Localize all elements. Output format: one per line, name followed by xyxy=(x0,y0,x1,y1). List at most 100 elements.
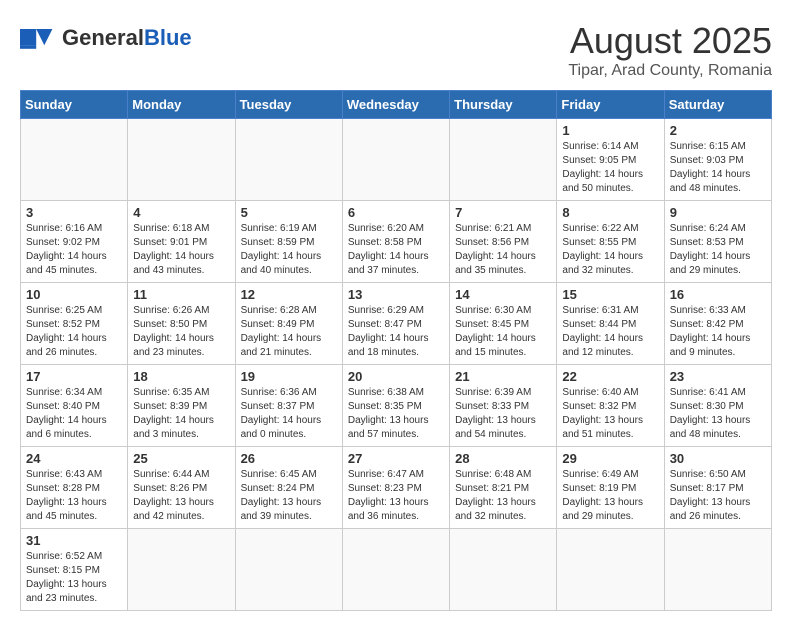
calendar-table: Sunday Monday Tuesday Wednesday Thursday… xyxy=(20,90,772,611)
calendar-header-row: Sunday Monday Tuesday Wednesday Thursday… xyxy=(21,91,772,119)
calendar-row: 1 Sunrise: 6:14 AM Sunset: 9:05 PM Daylig… xyxy=(21,119,772,201)
day-info: Sunrise: 6:39 AM Sunset: 8:33 PM Dayligh… xyxy=(455,386,551,442)
day-info: Sunrise: 6:18 AM Sunset: 9:01 PM Dayligh… xyxy=(133,222,229,278)
header-thursday: Thursday xyxy=(450,91,557,119)
day-number: 21 xyxy=(455,369,551,384)
table-row: 19Sunrise: 6:36 AM Sunset: 8:37 PM Dayli… xyxy=(235,365,342,447)
table-row: 1 Sunrise: 6:14 AM Sunset: 9:05 PM Daylig… xyxy=(557,119,664,201)
day-number: 6 xyxy=(348,205,444,220)
day-info: Sunrise: 6:16 AM Sunset: 9:02 PM Dayligh… xyxy=(26,222,122,278)
calendar-row: 10 Sunrise: 6:25 AM Sunset: 8:52 PM Dayli… xyxy=(21,283,772,365)
table-row: 26Sunrise: 6:45 AM Sunset: 8:24 PM Dayli… xyxy=(235,447,342,529)
header-monday: Monday xyxy=(128,91,235,119)
day-info: Sunrise: 6:15 AM Sunset: 9:03 PM Dayligh… xyxy=(670,140,766,196)
table-row: 3Sunrise: 6:16 AM Sunset: 9:02 PM Daylig… xyxy=(21,201,128,283)
day-info: Sunrise: 6:29 AM Sunset: 8:47 PM Dayligh… xyxy=(348,304,444,360)
day-number: 26 xyxy=(241,451,337,466)
table-row xyxy=(557,529,664,611)
day-number: 16 xyxy=(670,287,766,302)
day-number: 7 xyxy=(455,205,551,220)
day-number: 29 xyxy=(562,451,658,466)
day-info: Sunrise: 6:19 AM Sunset: 8:59 PM Dayligh… xyxy=(241,222,337,278)
day-number: 10 xyxy=(26,287,122,302)
day-number: 1 xyxy=(562,123,658,138)
table-row: 23 Sunrise: 6:41 AM Sunset: 8:30 PM Dayli… xyxy=(664,365,771,447)
table-row: 22Sunrise: 6:40 AM Sunset: 8:32 PM Dayli… xyxy=(557,365,664,447)
logo-icon xyxy=(20,20,56,56)
calendar-row: 3Sunrise: 6:16 AM Sunset: 9:02 PM Daylig… xyxy=(21,201,772,283)
table-row: 31Sunrise: 6:52 AM Sunset: 8:15 PM Dayli… xyxy=(21,529,128,611)
day-info: Sunrise: 6:26 AM Sunset: 8:50 PM Dayligh… xyxy=(133,304,229,360)
day-info: Sunrise: 6:33 AM Sunset: 8:42 PM Dayligh… xyxy=(670,304,766,360)
table-row: 29Sunrise: 6:49 AM Sunset: 8:19 PM Dayli… xyxy=(557,447,664,529)
header-wednesday: Wednesday xyxy=(342,91,449,119)
calendar-row: 24Sunrise: 6:43 AM Sunset: 8:28 PM Dayli… xyxy=(21,447,772,529)
table-row: 20 Sunrise: 6:38 AM Sunset: 8:35 PM Dayli… xyxy=(342,365,449,447)
table-row xyxy=(342,119,449,201)
table-row: 11Sunrise: 6:26 AM Sunset: 8:50 PM Dayli… xyxy=(128,283,235,365)
table-row: 30 Sunrise: 6:50 AM Sunset: 8:17 PM Dayli… xyxy=(664,447,771,529)
page-header: GeneralBlue August 2025 Tipar, Arad Coun… xyxy=(20,20,772,80)
table-row: 5 Sunrise: 6:19 AM Sunset: 8:59 PM Daylig… xyxy=(235,201,342,283)
day-info: Sunrise: 6:25 AM Sunset: 8:52 PM Dayligh… xyxy=(26,304,122,360)
calendar-row: 17Sunrise: 6:34 AM Sunset: 8:40 PM Dayli… xyxy=(21,365,772,447)
day-number: 25 xyxy=(133,451,229,466)
day-info: Sunrise: 6:21 AM Sunset: 8:56 PM Dayligh… xyxy=(455,222,551,278)
day-number: 8 xyxy=(562,205,658,220)
day-number: 28 xyxy=(455,451,551,466)
day-number: 2 xyxy=(670,123,766,138)
table-row: 16 Sunrise: 6:33 AM Sunset: 8:42 PM Dayli… xyxy=(664,283,771,365)
table-row: 14Sunrise: 6:30 AM Sunset: 8:45 PM Dayli… xyxy=(450,283,557,365)
logo-text: GeneralBlue xyxy=(62,27,192,49)
day-number: 30 xyxy=(670,451,766,466)
table-row: 27Sunrise: 6:47 AM Sunset: 8:23 PM Dayli… xyxy=(342,447,449,529)
header-tuesday: Tuesday xyxy=(235,91,342,119)
day-info: Sunrise: 6:34 AM Sunset: 8:40 PM Dayligh… xyxy=(26,386,122,442)
table-row: 17Sunrise: 6:34 AM Sunset: 8:40 PM Dayli… xyxy=(21,365,128,447)
table-row: 4 Sunrise: 6:18 AM Sunset: 9:01 PM Daylig… xyxy=(128,201,235,283)
header-saturday: Saturday xyxy=(664,91,771,119)
table-row: 7 Sunrise: 6:21 AM Sunset: 8:56 PM Daylig… xyxy=(450,201,557,283)
calendar-subtitle: Tipar, Arad County, Romania xyxy=(568,62,772,80)
header-sunday: Sunday xyxy=(21,91,128,119)
table-row: 8 Sunrise: 6:22 AM Sunset: 8:55 PM Daylig… xyxy=(557,201,664,283)
day-info: Sunrise: 6:30 AM Sunset: 8:45 PM Dayligh… xyxy=(455,304,551,360)
day-info: Sunrise: 6:48 AM Sunset: 8:21 PM Dayligh… xyxy=(455,468,551,524)
table-row xyxy=(235,119,342,201)
table-row: 21 Sunrise: 6:39 AM Sunset: 8:33 PM Dayli… xyxy=(450,365,557,447)
day-info: Sunrise: 6:24 AM Sunset: 8:53 PM Dayligh… xyxy=(670,222,766,278)
day-info: Sunrise: 6:52 AM Sunset: 8:15 PM Dayligh… xyxy=(26,550,122,606)
day-info: Sunrise: 6:14 AM Sunset: 9:05 PM Dayligh… xyxy=(562,140,658,196)
day-number: 4 xyxy=(133,205,229,220)
day-number: 22 xyxy=(562,369,658,384)
table-row: 24Sunrise: 6:43 AM Sunset: 8:28 PM Dayli… xyxy=(21,447,128,529)
table-row xyxy=(21,119,128,201)
day-number: 24 xyxy=(26,451,122,466)
day-info: Sunrise: 6:35 AM Sunset: 8:39 PM Dayligh… xyxy=(133,386,229,442)
table-row: 13 Sunrise: 6:29 AM Sunset: 8:47 PM Dayli… xyxy=(342,283,449,365)
day-info: Sunrise: 6:50 AM Sunset: 8:17 PM Dayligh… xyxy=(670,468,766,524)
day-info: Sunrise: 6:41 AM Sunset: 8:30 PM Dayligh… xyxy=(670,386,766,442)
table-row xyxy=(342,529,449,611)
table-row: 2 Sunrise: 6:15 AM Sunset: 9:03 PM Daylig… xyxy=(664,119,771,201)
day-number: 23 xyxy=(670,369,766,384)
table-row xyxy=(450,529,557,611)
header-friday: Friday xyxy=(557,91,664,119)
logo: GeneralBlue xyxy=(20,20,192,56)
day-info: Sunrise: 6:38 AM Sunset: 8:35 PM Dayligh… xyxy=(348,386,444,442)
table-row xyxy=(450,119,557,201)
calendar-row: 31Sunrise: 6:52 AM Sunset: 8:15 PM Dayli… xyxy=(21,529,772,611)
table-row: 12Sunrise: 6:28 AM Sunset: 8:49 PM Dayli… xyxy=(235,283,342,365)
calendar-title: August 2025 xyxy=(568,20,772,62)
table-row: 18Sunrise: 6:35 AM Sunset: 8:39 PM Dayli… xyxy=(128,365,235,447)
table-row: 10 Sunrise: 6:25 AM Sunset: 8:52 PM Dayli… xyxy=(21,283,128,365)
table-row xyxy=(235,529,342,611)
day-number: 20 xyxy=(348,369,444,384)
table-row: 28 Sunrise: 6:48 AM Sunset: 8:21 PM Dayli… xyxy=(450,447,557,529)
day-number: 5 xyxy=(241,205,337,220)
day-info: Sunrise: 6:22 AM Sunset: 8:55 PM Dayligh… xyxy=(562,222,658,278)
day-info: Sunrise: 6:44 AM Sunset: 8:26 PM Dayligh… xyxy=(133,468,229,524)
day-info: Sunrise: 6:20 AM Sunset: 8:58 PM Dayligh… xyxy=(348,222,444,278)
day-number: 13 xyxy=(348,287,444,302)
day-number: 27 xyxy=(348,451,444,466)
